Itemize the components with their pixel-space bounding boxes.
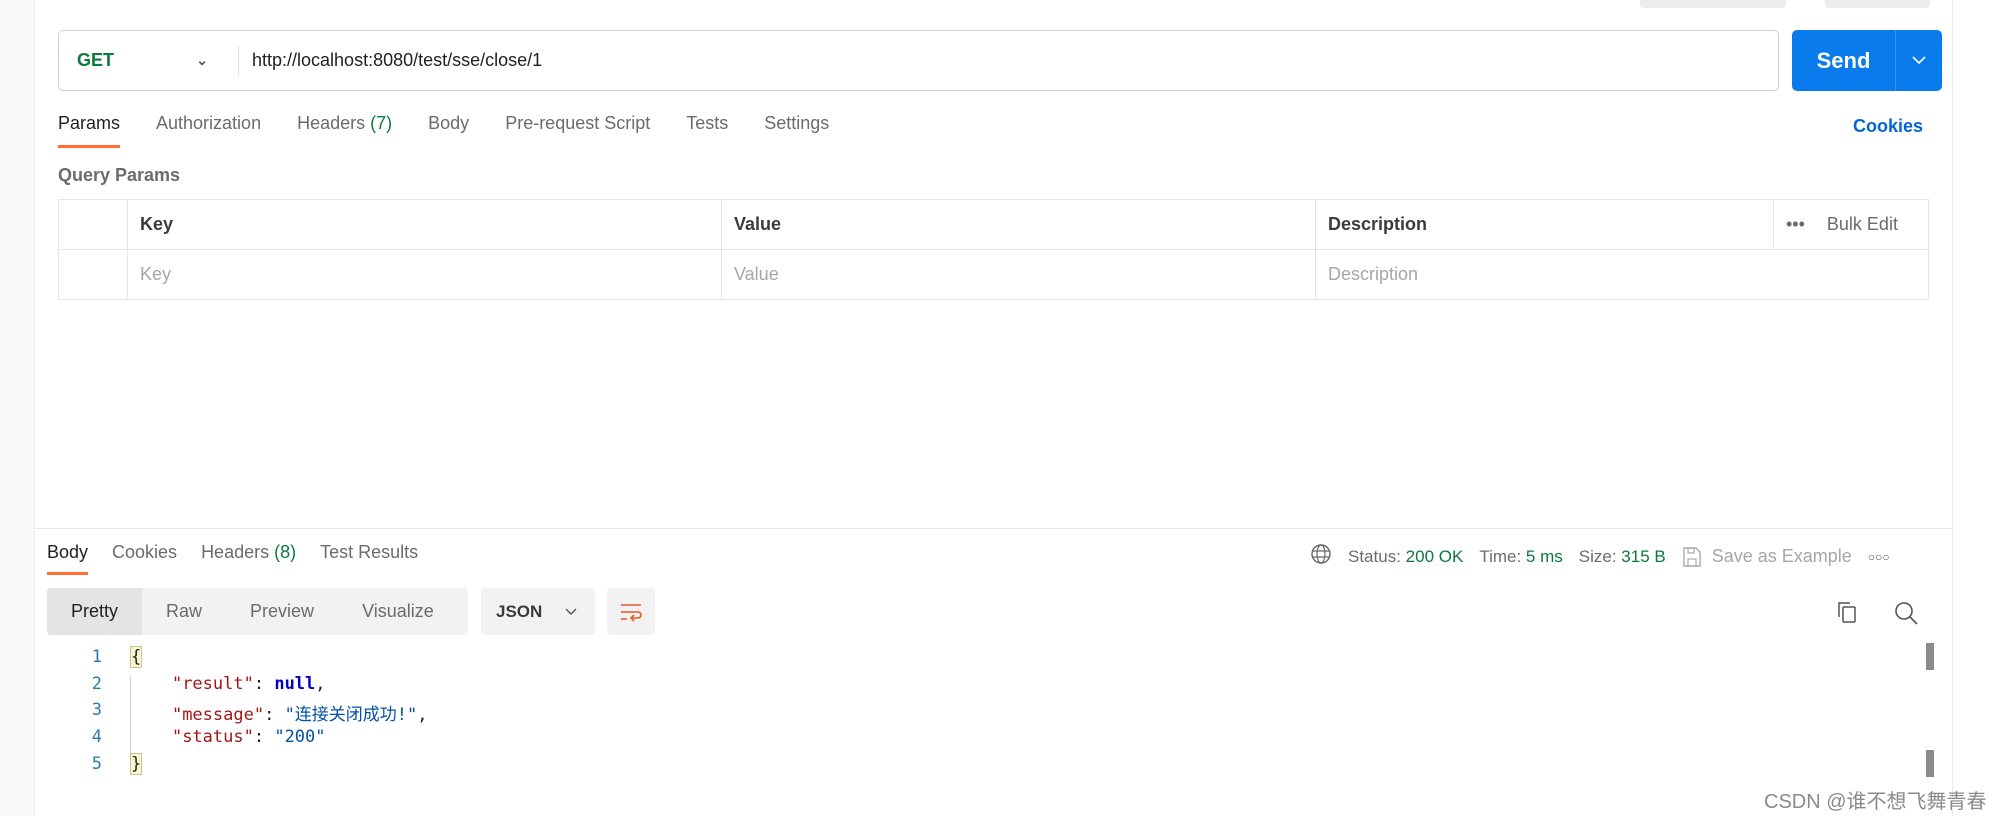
wrap-icon — [621, 603, 642, 622]
view-raw[interactable]: Raw — [142, 588, 226, 635]
time-label: Time: — [1479, 546, 1522, 566]
chevron-down-icon — [565, 608, 577, 615]
line-number: 1 — [91, 647, 102, 667]
request-tabs: Params Authorization Headers (7) Body Pr… — [58, 113, 865, 148]
tab-pre-request-script[interactable]: Pre-request Script — [505, 113, 650, 148]
status-label: Status: — [1348, 546, 1401, 566]
headers-count: (8) — [274, 542, 297, 562]
checkbox-column — [58, 199, 128, 250]
table-row: Key Value Description — [58, 249, 1929, 300]
size-value: 315 B — [1621, 546, 1666, 566]
close-brace: } — [129, 753, 143, 775]
response-tabs: Body Cookies Headers (8) Test Results — [47, 542, 442, 575]
description-input[interactable]: Description — [1315, 249, 1929, 300]
more-icon[interactable]: ••• — [1786, 214, 1805, 234]
url-input[interactable]: http://localhost:8080/test/sse/close/1 — [239, 50, 542, 71]
key-input[interactable]: Key — [127, 249, 722, 300]
tab-authorization[interactable]: Authorization — [156, 113, 261, 148]
watermark: CSDN @谁不想飞舞青春 — [1764, 791, 1987, 813]
bulk-edit-cell: ••• Bulk Edit — [1773, 199, 1929, 250]
top-button-stub[interactable] — [1640, 0, 1786, 8]
cookies-link[interactable]: Cookies — [1853, 116, 1923, 137]
header-key: Key — [127, 199, 722, 250]
tab-test-results[interactable]: Test Results — [320, 542, 418, 575]
left-sidebar — [0, 0, 35, 816]
size-label: Size: — [1578, 546, 1617, 566]
chevron-down-icon: ⌄ — [196, 52, 208, 68]
time[interactable]: Time: 5 ms — [1479, 547, 1562, 567]
send-label: Send — [1816, 47, 1871, 73]
tab-label: Headers — [201, 542, 270, 562]
value-input[interactable]: Value — [721, 249, 1316, 300]
tab-response-headers[interactable]: Headers (8) — [201, 542, 296, 575]
checkbox-cell — [58, 249, 128, 300]
response-status-bar: Status: 200 OK Time: 5 ms Size: 315 B Sa… — [1310, 543, 1890, 570]
tab-params[interactable]: Params — [58, 113, 121, 148]
tab-response-cookies[interactable]: Cookies — [112, 542, 177, 575]
tab-headers[interactable]: Headers (7) — [297, 113, 392, 148]
format-select[interactable]: JSON — [481, 588, 595, 635]
tab-response-body[interactable]: Body — [47, 542, 89, 575]
json-value: "连接关闭成功!" — [284, 705, 418, 725]
view-visualize[interactable]: Visualize — [338, 588, 458, 635]
view-pretty[interactable]: Pretty — [47, 588, 143, 635]
view-preview[interactable]: Preview — [226, 588, 338, 635]
time-value: 5 ms — [1525, 546, 1563, 566]
status[interactable]: Status: 200 OK — [1348, 547, 1463, 567]
size[interactable]: Size: 315 B — [1579, 547, 1666, 567]
method-select[interactable]: GET ⌄ — [59, 45, 239, 76]
wrap-lines-button[interactable] — [607, 588, 655, 635]
query-params-title: Query Params — [58, 165, 181, 185]
status-value: 200 OK — [1405, 546, 1464, 566]
scrollbar-thumb[interactable] — [1926, 643, 1934, 670]
scrollbar-marker[interactable] — [1926, 750, 1934, 777]
tab-settings[interactable]: Settings — [764, 113, 829, 148]
save-icon — [1683, 546, 1701, 567]
line-number: 5 — [91, 754, 102, 774]
more-options-icon[interactable]: ○○○ — [1868, 550, 1890, 564]
pane-divider[interactable] — [35, 528, 1952, 529]
copy-icon[interactable] — [1835, 600, 1859, 629]
bulk-edit-button[interactable]: Bulk Edit — [1827, 214, 1898, 234]
send-dropdown-chevron-icon[interactable] — [1895, 30, 1942, 91]
tab-body[interactable]: Body — [428, 113, 469, 148]
tab-tests[interactable]: Tests — [686, 113, 728, 148]
globe-icon[interactable] — [1310, 543, 1332, 570]
json-value: null — [274, 674, 316, 694]
header-description: Description — [1315, 199, 1774, 250]
method-label: GET — [77, 50, 115, 70]
json-key: "result" — [171, 674, 254, 694]
view-mode-selector: Pretty Raw Preview Visualize — [47, 588, 468, 635]
right-sidebar — [1952, 0, 1990, 816]
header-value: Value — [721, 199, 1316, 250]
json-value: "200" — [274, 727, 326, 747]
tab-label: Headers — [297, 113, 366, 133]
top-toggle-stub[interactable] — [1825, 0, 1930, 8]
headers-count: (7) — [370, 113, 393, 133]
line-number: 4 — [91, 727, 102, 747]
line-number: 3 — [91, 700, 102, 720]
url-bar: GET ⌄ http://localhost:8080/test/sse/clos… — [58, 30, 1779, 91]
search-icon[interactable] — [1893, 600, 1919, 631]
json-key: "status" — [171, 727, 254, 747]
save-label: Save as Example — [1711, 546, 1852, 566]
json-key: "message" — [171, 705, 265, 725]
format-label: JSON — [496, 601, 543, 621]
query-params-table: Key Value Description ••• Bulk Edit Key V… — [58, 199, 1929, 300]
table-header-row: Key Value Description ••• Bulk Edit — [58, 199, 1929, 250]
send-button[interactable]: Send — [1792, 30, 1942, 91]
save-as-example-button[interactable]: Save as Example — [1682, 546, 1852, 568]
line-number: 2 — [91, 674, 102, 694]
open-brace: { — [129, 646, 143, 668]
